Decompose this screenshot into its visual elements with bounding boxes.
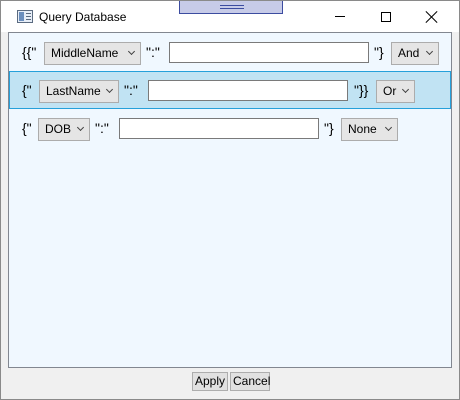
close-icon <box>426 11 438 23</box>
title-bar[interactable]: Query Database <box>1 1 459 32</box>
field-dropdown[interactable]: LastName <box>39 80 119 103</box>
operator-dropdown-value: None <box>348 122 377 136</box>
close-brace-suffix: "}} <box>354 82 369 98</box>
query-rows-list: {{" MiddleName ":" "} And {" LastName ":… <box>8 32 452 368</box>
window-title: Query Database <box>39 10 127 24</box>
operator-dropdown-value: Or <box>383 84 397 98</box>
maximize-icon <box>381 11 391 22</box>
minimize-icon <box>335 16 345 17</box>
chevron-down-icon <box>78 127 84 133</box>
chevron-down-icon <box>129 51 135 57</box>
operator-dropdown-value: And <box>398 46 420 60</box>
close-button[interactable] <box>409 1 455 32</box>
maximize-button[interactable] <box>363 1 409 32</box>
separator-token: ":" <box>95 120 109 136</box>
cancel-button[interactable]: Cancel <box>230 372 270 391</box>
app-window-icon <box>17 10 33 23</box>
close-brace-suffix: "} <box>324 120 334 136</box>
open-brace-prefix: {" <box>22 82 32 98</box>
operator-dropdown[interactable]: And <box>391 42 439 65</box>
chevron-down-icon <box>386 127 392 133</box>
field-dropdown-value: DOB <box>45 122 72 136</box>
operator-dropdown[interactable]: Or <box>376 80 415 103</box>
value-input[interactable] <box>119 118 319 139</box>
chevron-down-icon <box>107 89 113 95</box>
field-dropdown[interactable]: DOB <box>38 118 90 141</box>
field-dropdown-value: LastName <box>46 84 101 98</box>
apply-button[interactable]: Apply <box>192 372 228 391</box>
minimize-button[interactable] <box>317 1 363 32</box>
dialog-footer: Apply Cancel <box>8 368 452 393</box>
operator-dropdown[interactable]: None <box>341 118 398 141</box>
chevron-down-icon <box>427 51 433 57</box>
query-row[interactable]: {{" MiddleName ":" "} And <box>9 34 451 72</box>
value-input[interactable] <box>148 80 348 101</box>
query-database-window: Query Database {{" MiddleName ":" "} And <box>0 0 460 400</box>
separator-token: ":" <box>124 82 138 98</box>
chevron-down-icon <box>403 89 409 95</box>
separator-token: ":" <box>146 44 160 60</box>
query-row[interactable]: {" DOB ":" "} None <box>9 110 451 148</box>
close-brace-suffix: "} <box>374 44 384 60</box>
value-input[interactable] <box>169 42 369 63</box>
open-brace-prefix: {{" <box>22 44 37 60</box>
field-dropdown[interactable]: MiddleName <box>44 42 141 65</box>
drag-handle-icon[interactable] <box>179 1 283 14</box>
query-row-selected[interactable]: {" LastName ":" "}} Or <box>9 71 451 109</box>
field-dropdown-value: MiddleName <box>51 46 119 60</box>
open-brace-prefix: {" <box>22 120 32 136</box>
